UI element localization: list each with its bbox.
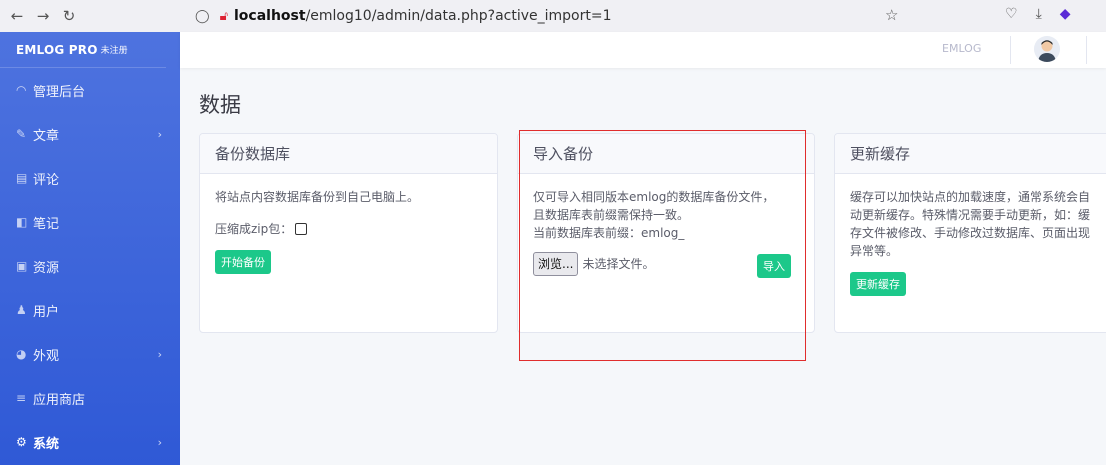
- zip-checkbox[interactable]: [295, 223, 308, 235]
- shield-icon[interactable]: ◯: [195, 9, 210, 24]
- zip-label: 压缩成zip包：: [215, 222, 293, 236]
- import-description-line: 且数据库表前缀需保持一致。: [533, 208, 690, 222]
- back-arrow-icon[interactable]: ←: [4, 7, 30, 25]
- sidebar-item-resources[interactable]: ▣ 资源: [0, 244, 180, 288]
- page-title: 数据: [199, 93, 241, 117]
- sidebar-item-system[interactable]: ⚙ 系统 ›: [0, 420, 180, 464]
- sidebar-item-label: 用户: [33, 304, 60, 320]
- site-link[interactable]: EMLOG: [942, 42, 981, 55]
- dashboard-icon: ◠: [16, 83, 27, 97]
- sidebar-item-label: 外观: [33, 348, 60, 364]
- brand-name: EMLOG PRO: [16, 42, 98, 57]
- note-icon: ◧: [16, 215, 28, 229]
- sidebar-item-appearance[interactable]: ◕ 外观 ›: [0, 332, 180, 376]
- forward-arrow-icon[interactable]: →: [30, 7, 56, 25]
- url-bar[interactable]: ◯ 🔓︎ localhost /emlog10/admin/data.php?a…: [195, 0, 611, 32]
- extension-icon[interactable]: ◆: [1060, 6, 1071, 22]
- palette-icon: ◕: [16, 347, 27, 361]
- browser-toolbar: ← → ↻ ◯ 🔓︎ localhost /emlog10/admin/data…: [0, 0, 1106, 32]
- update-cache-button[interactable]: 更新缓存: [850, 272, 906, 296]
- cache-description-line: 异常等。: [850, 244, 899, 258]
- import-card: 导入备份 仅可导入相同版本emlog的数据库备份文件， 且数据库表前缀需保持一致…: [517, 133, 815, 333]
- sidebar-item-store[interactable]: ≡ 应用商店: [0, 376, 180, 420]
- user-icon: ♟: [16, 303, 27, 317]
- gear-icon: ⚙: [16, 435, 27, 449]
- sidebar-item-label: 资源: [33, 260, 60, 276]
- insecure-lock-icon[interactable]: 🔓︎: [220, 9, 228, 24]
- url-host: localhost: [234, 8, 306, 24]
- backup-description: 将站点内容数据库备份到自己电脑上。: [215, 190, 420, 204]
- file-status: 未选择文件。: [582, 257, 655, 271]
- sidebar-item-label: 管理后台: [33, 84, 86, 100]
- topbar: EMLOG: [180, 32, 1106, 68]
- browse-file-button[interactable]: 浏览...: [533, 252, 579, 276]
- sidebar-item-dashboard[interactable]: ◠ 管理后台: [0, 68, 180, 112]
- store-icon: ≡: [16, 391, 27, 405]
- reload-icon[interactable]: ↻: [56, 7, 82, 25]
- import-button[interactable]: 导入: [757, 254, 791, 278]
- sidebar-item-label: 笔记: [33, 216, 60, 232]
- image-icon: ▣: [16, 259, 28, 273]
- brand-tag: 未注册: [100, 46, 128, 56]
- card-title: 备份数据库: [200, 134, 497, 174]
- backup-card: 备份数据库 将站点内容数据库备份到自己电脑上。 压缩成zip包： 开始备份: [199, 133, 498, 333]
- pencil-icon: ✎: [16, 127, 27, 141]
- import-description-line: 仅可导入相同版本emlog的数据库备份文件，: [533, 190, 775, 204]
- sidebar-item-notes[interactable]: ◧ 笔记: [0, 200, 180, 244]
- cache-description-line: 缓存可以加快站点的加载速度，通常系统会自: [850, 190, 1091, 204]
- table-prefix-info: 当前数据库表前缀：emlog_: [533, 226, 685, 240]
- sidebar-item-label: 文章: [33, 128, 60, 144]
- sidebar: EMLOG PRO 未注册 ◠ 管理后台 ✎ 文章 › ▤ 评论 ◧ 笔记 ▣ …: [0, 32, 180, 465]
- url-path: /emlog10/admin/data.php?active_import=1: [305, 8, 612, 24]
- sidebar-item-comments[interactable]: ▤ 评论: [0, 156, 180, 200]
- cache-card: 更新缓存 缓存可以加快站点的加载速度，通常系统会自 动更新缓存。特殊情况需要手动…: [834, 133, 1106, 333]
- brand[interactable]: EMLOG PRO 未注册: [0, 32, 166, 68]
- topbar-divider: [1086, 36, 1087, 64]
- card-title: 更新缓存: [835, 134, 1106, 174]
- sidebar-item-articles[interactable]: ✎ 文章 ›: [0, 112, 180, 156]
- card-title: 导入备份: [518, 134, 814, 174]
- sidebar-item-label: 评论: [33, 172, 60, 188]
- avatar-icon: [1034, 36, 1060, 62]
- sidebar-item-users[interactable]: ♟ 用户: [0, 288, 180, 332]
- chevron-right-icon: ›: [157, 435, 162, 449]
- sidebar-item-label: 应用商店: [33, 392, 86, 408]
- bookmark-star-icon[interactable]: ☆: [885, 6, 898, 24]
- pocket-icon[interactable]: ♡: [1005, 6, 1018, 22]
- start-backup-button[interactable]: 开始备份: [215, 250, 271, 274]
- comment-icon: ▤: [16, 171, 28, 185]
- cache-description-line: 动更新缓存。特殊情况需要手动更新，如：缓: [850, 208, 1091, 222]
- sidebar-item-label: 系统: [33, 436, 60, 452]
- cache-description-line: 存文件被修改、手动修改过数据库、页面出现: [850, 226, 1091, 240]
- chevron-right-icon: ›: [157, 127, 162, 141]
- avatar[interactable]: [1034, 36, 1060, 62]
- chevron-right-icon: ›: [157, 347, 162, 361]
- topbar-divider: [1010, 36, 1011, 64]
- download-icon[interactable]: ⤓: [1036, 6, 1042, 22]
